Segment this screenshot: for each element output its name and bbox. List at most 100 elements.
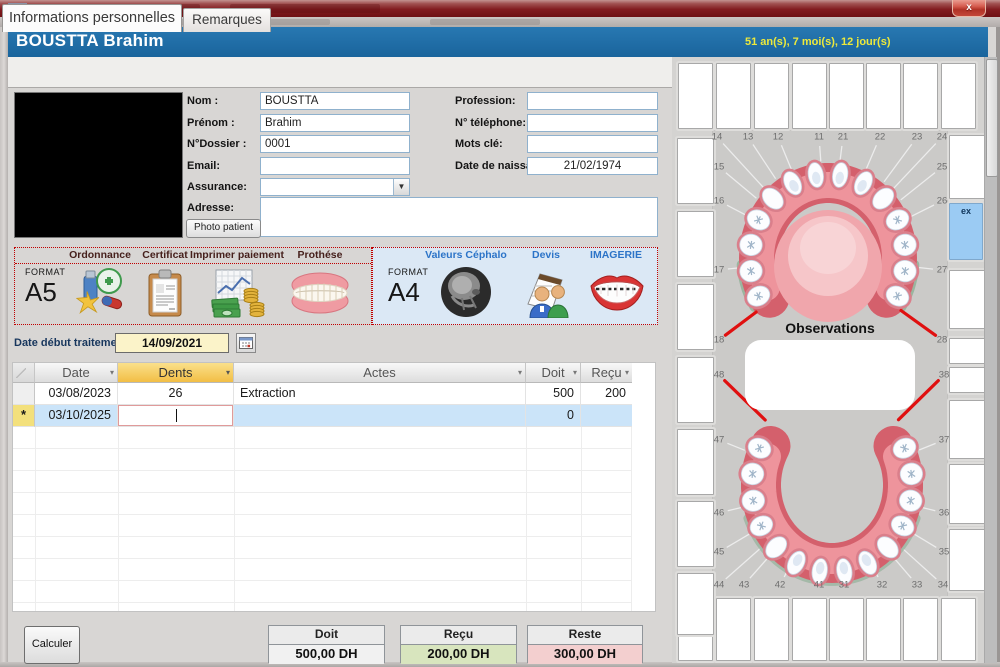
row-selector-header[interactable] [13,363,35,383]
tooth-number-48: 48 [714,370,725,381]
tooth-note-box[interactable] [949,529,985,591]
close-button[interactable]: x [952,0,986,17]
tooth-note-box[interactable] [716,598,751,661]
nom-field[interactable] [260,92,410,110]
prothese-icon[interactable] [288,272,352,319]
tooth-number-41: 41 [814,580,825,591]
cell-actes[interactable]: Extraction [234,383,526,405]
cell-dents-editing[interactable] [118,405,234,427]
photo-patient-button[interactable]: Photo patient [186,219,261,238]
sort-arrow-icon[interactable]: ▾ [625,363,629,382]
tooth-note-box[interactable] [949,400,985,459]
tooth-note-box[interactable] [677,501,714,567]
tooth-note-box[interactable] [949,270,985,329]
tooth-note-box[interactable] [677,429,714,495]
vertical-scrollbar[interactable] [984,57,997,663]
cell-actes[interactable] [234,405,526,427]
assurance-dropdown[interactable]: ▼ [260,178,410,196]
tooth-note-box[interactable] [829,63,864,129]
tooth-note-box[interactable] [677,284,714,350]
ordonnance-icon[interactable] [76,266,126,323]
tooth-note-box[interactable] [716,63,751,129]
tooth-number-32: 32 [877,580,888,591]
imagerie-icon[interactable] [588,272,646,317]
tooth-note-box[interactable] [754,63,789,129]
tooth-note-box[interactable] [941,598,976,661]
column-header-date[interactable]: Date▾ [35,363,118,383]
tooth-note-box[interactable] [866,63,901,129]
mots-cle-field[interactable] [527,135,658,153]
prenom-field[interactable] [260,114,410,132]
certificat-label: Certificat [142,249,188,261]
sort-arrow-icon[interactable]: ▾ [518,363,522,382]
naissance-field[interactable] [527,157,658,175]
telephone-field[interactable] [527,114,658,132]
tooth-note-box[interactable] [792,598,827,661]
observations-box[interactable] [745,340,915,410]
text-cursor [176,409,177,422]
total-doit-box: Doit 500,00 DH [268,625,385,663]
table-empty-area[interactable] [13,427,632,611]
tooth-note-box[interactable] [754,598,789,661]
valeurs-cephalo-label: Valeurs Céphalo [425,249,507,261]
column-header-doit[interactable]: Doit▾ [526,363,581,383]
tooth-number-13: 13 [743,132,754,143]
tooth-note-box[interactable] [903,598,938,661]
tooth-note-box[interactable] [792,63,827,129]
patient-photo [14,92,183,238]
adresse-field[interactable] [260,197,658,237]
tooth-number-27: 27 [937,265,948,276]
table-new-row: * 03/10/2025 0 [13,405,655,427]
window-left-border [0,27,8,667]
tab-remarques[interactable]: Remarques [183,8,271,32]
tooth-note-box[interactable] [829,598,864,661]
dossier-field[interactable] [260,135,410,153]
tooth-note-box[interactable] [941,63,976,129]
scrollbar-thumb[interactable] [986,59,998,177]
grid-line [234,427,235,611]
certificat-icon[interactable] [143,268,187,323]
tooth-26-status-box[interactable]: ex [949,203,983,260]
tooth-note-box[interactable] [949,464,985,524]
column-header-dents[interactable]: Dents▾ [118,363,234,383]
profession-field[interactable] [527,92,658,110]
mots-cle-label: Mots clé: [455,138,503,150]
tooth-note-box[interactable] [677,357,714,423]
new-record-selector[interactable]: * [13,405,35,427]
calculer-button[interactable]: Calculer [24,626,80,664]
row-selector[interactable] [13,383,35,405]
cell-recu[interactable]: 200 [581,383,632,405]
sort-arrow-icon[interactable]: ▾ [573,363,577,382]
devis-icon[interactable] [518,266,574,323]
cell-doit[interactable]: 500 [526,383,581,405]
tooth-note-box[interactable] [678,63,713,129]
cell-recu[interactable] [581,405,632,427]
column-header-recu[interactable]: Reçu▾ [581,363,632,383]
tooth-note-box[interactable] [866,598,901,661]
tooth-note-box[interactable] [677,573,714,635]
tooth-note-box[interactable] [949,135,985,199]
tooth-number-14: 14 [712,132,723,143]
application-window: x BOUSTTA Brahim 51 an(s), 7 moi(s), 12 … [0,0,1000,667]
chevron-down-icon[interactable]: ▼ [393,179,409,195]
date-debut-traitement-field[interactable]: 14/09/2021 [115,333,229,353]
cell-dents[interactable]: 26 [118,383,234,405]
sort-arrow-icon[interactable]: ▾ [226,363,230,382]
tab-informations-personnelles[interactable]: Informations personnelles [2,4,182,32]
tooth-note-box[interactable] [949,367,985,393]
cell-date[interactable]: 03/10/2025 [35,405,118,427]
cell-date[interactable]: 03/08/2023 [35,383,118,405]
cell-doit[interactable]: 0 [526,405,581,427]
email-field[interactable] [260,157,410,175]
format-a4-label: FORMATA4 [388,268,428,305]
devis-label: Devis [532,249,560,261]
tooth-note-box[interactable] [949,338,985,364]
valeurs-cephalo-icon[interactable] [440,266,492,323]
sort-arrow-icon[interactable]: ▾ [110,363,114,382]
tooth-note-box[interactable] [677,211,714,277]
tooth-note-box[interactable] [677,138,714,204]
tooth-note-box[interactable] [903,63,938,129]
calendar-button[interactable] [236,333,256,353]
imprimer-paiement-icon[interactable] [208,267,266,324]
column-header-actes[interactable]: Actes▾ [234,363,526,383]
